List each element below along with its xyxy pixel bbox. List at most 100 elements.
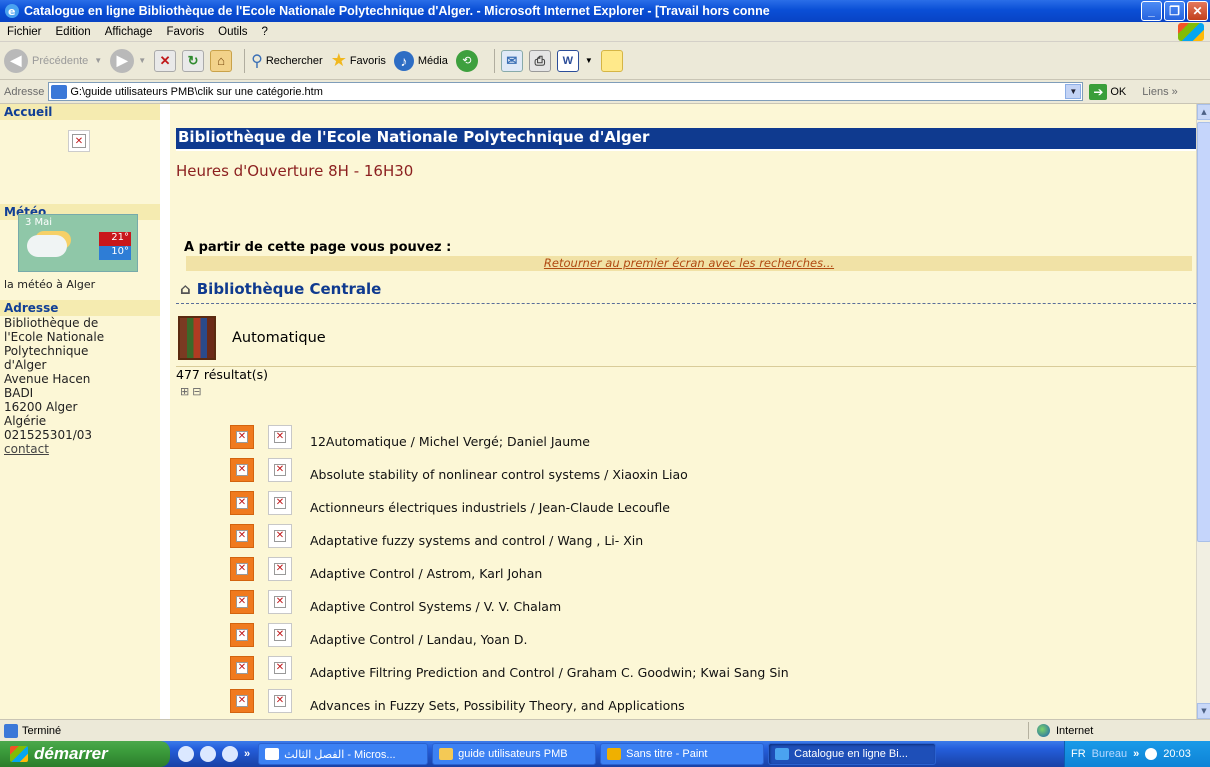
record-title[interactable]: Advances in Fuzzy Sets, Possibility Theo… (310, 688, 685, 713)
search-button[interactable]: ⚲ Rechercher (251, 51, 323, 71)
record-title[interactable]: Adaptive Control / Landau, Yoan D. (310, 622, 527, 647)
favorites-button[interactable]: ★ Favoris (331, 50, 386, 71)
toolbar: ◀ Précédente ▼ ▶ ▼ ✕ ↻ ⌂ ⚲ Rechercher ★ … (0, 42, 1210, 80)
record-type-icon: ✕ (230, 424, 254, 449)
record-title[interactable]: Actionneurs électriques industriels / Je… (310, 490, 670, 515)
task-ie[interactable]: Catalogue en ligne Bi... (768, 743, 937, 765)
return-bar: Retourner au premier écran avec les rech… (186, 256, 1192, 271)
scroll-down-icon[interactable]: ▼ (1197, 703, 1210, 719)
star-icon: ★ (330, 50, 347, 70)
collapse-all-icon[interactable]: ⊟ (192, 385, 204, 398)
address-label: Adresse (4, 85, 45, 98)
start-label: démarrer (34, 744, 108, 763)
page-icon (51, 84, 68, 99)
start-button[interactable]: démarrer (0, 741, 170, 767)
scroll-up-icon[interactable]: ▲ (1197, 104, 1210, 120)
history-icon[interactable]: ⟲ (455, 49, 478, 72)
note-icon[interactable] (600, 49, 623, 72)
chevron-right-icon[interactable]: » (244, 748, 250, 760)
browser-quicklaunch-icon[interactable] (200, 746, 216, 762)
media-button[interactable]: ♪ Média (393, 50, 448, 71)
list-item[interactable]: ✕ ✕ Adaptative fuzzy systems and control /… (230, 519, 789, 552)
expand-all-icon[interactable]: ⊞ (180, 385, 192, 398)
task-explorer[interactable]: guide utilisateurs PMB (432, 743, 597, 765)
back-button[interactable]: ◀ Précédente ▼ (4, 48, 102, 73)
security-zone[interactable]: Internet (1028, 722, 1093, 739)
record-title[interactable]: Adaptive Filtring Prediction and Control… (310, 655, 789, 680)
print-icon[interactable]: ⎙ (528, 49, 551, 72)
list-item[interactable]: ✕ ✕ Adaptive Control / Landau, Yoan D. (230, 618, 789, 651)
list-item[interactable]: ✕ ✕ Absolute stability of nonlinear contro… (230, 453, 789, 486)
broken-image-icon: ✕ (268, 424, 292, 449)
globe-icon (1037, 724, 1050, 737)
address-input[interactable]: G:\guide utilisateurs PMB\clik sur une c… (48, 82, 1084, 101)
menu-edition[interactable]: Edition (49, 26, 98, 38)
adresse-line: 16200 Alger (4, 400, 78, 414)
record-title[interactable]: Adaptative fuzzy systems and control / W… (310, 523, 643, 548)
breadcrumb-label: Bibliothèque Centrale (196, 280, 382, 298)
refresh-icon[interactable]: ↻ (182, 49, 205, 72)
media-icon: ♪ (393, 50, 414, 71)
mail-icon[interactable]: ✉ (500, 49, 523, 72)
broken-image-icon: ✕ (268, 655, 292, 680)
contact-link[interactable]: contact (4, 442, 49, 456)
status-bar: Terminé Internet (0, 719, 1210, 741)
breadcrumb[interactable]: ⌂ Bibliothèque Centrale (180, 280, 381, 298)
meteo-widget[interactable]: 3 Mai 21° 10° (18, 214, 138, 272)
desktop-toolbar[interactable]: Bureau (1092, 748, 1127, 760)
list-item[interactable]: ✕ ✕ Advances in Fuzzy Sets, Possibility Th… (230, 684, 789, 717)
adresse-line: Polytechnique (4, 344, 89, 358)
chevron-right-icon[interactable]: » (1133, 748, 1139, 760)
ie-quicklaunch-icon[interactable] (178, 746, 194, 762)
go-button[interactable]: ➔ OK (1089, 83, 1126, 100)
temp-min: 10° (99, 246, 131, 260)
page-content: Accueil ✕ Météo 3 Mai 21° 10° la météo à… (0, 104, 1196, 719)
record-title[interactable]: Adaptive Control Systems / V. V. Chalam (310, 589, 561, 614)
forward-button[interactable]: ▶ ▼ (110, 48, 146, 73)
menu-help[interactable]: ? (255, 26, 275, 38)
home-icon[interactable]: ⌂ (210, 49, 233, 72)
return-link[interactable]: Retourner au premier écran avec les rech… (544, 256, 834, 270)
window-title-bar[interactable]: e Catalogue en ligne Bibliothèque de l'E… (0, 0, 1210, 22)
address-dropdown-icon[interactable]: ▼ (1065, 84, 1082, 99)
meteo-caption[interactable]: la météo à Alger (0, 278, 99, 292)
vertical-scrollbar[interactable]: ▲ ▼ (1196, 104, 1210, 719)
record-title[interactable]: 12Automatique / Michel Vergé; Daniel Jau… (310, 424, 590, 449)
partly-cloudy-icon (27, 235, 67, 257)
taskbar: démarrer » الفصل الثالث - Micros... guid… (0, 741, 1210, 767)
close-button[interactable]: ✕ (1187, 1, 1208, 21)
list-item[interactable]: ✕ ✕ Actionneurs électriques industriels / … (230, 486, 789, 519)
page-done-icon (4, 723, 18, 738)
word-edit-icon[interactable]: W (556, 49, 579, 72)
language-indicator[interactable]: FR (1071, 748, 1086, 760)
record-title[interactable]: Adaptive Control / Astrom, Karl Johan (310, 556, 542, 581)
list-item[interactable]: ✕ ✕ 12Automatique / Michel Vergé; Daniel J… (230, 420, 789, 453)
minimize-button[interactable]: _ (1141, 1, 1162, 21)
divider (176, 303, 1196, 304)
record-type-icon: ✕ (230, 589, 254, 614)
adresse-block: Bibliothèque de l'Ecole Nationale Polyte… (0, 316, 108, 456)
record-type-icon: ✕ (230, 556, 254, 581)
adresse-line: l'Ecole Nationale (4, 330, 105, 344)
media-quicklaunch-icon[interactable] (222, 746, 238, 762)
list-item[interactable]: ✕ ✕ Adaptive Control Systems / V. V. Chala… (230, 585, 789, 618)
stop-icon[interactable]: ✕ (154, 49, 177, 72)
list-item[interactable]: ✕ ✕ Adaptive Filtring Prediction and Contr… (230, 651, 789, 684)
menu-affichage[interactable]: Affichage (98, 26, 160, 38)
list-item[interactable]: ✕ ✕ Adaptive Control / Astrom, Karl Johan (230, 552, 789, 585)
adresse-line: Algérie (4, 414, 47, 428)
record-title[interactable]: Absolute stability of nonlinear control … (310, 457, 688, 482)
menu-fichier[interactable]: Fichier (0, 26, 49, 38)
record-type-icon: ✕ (230, 655, 254, 680)
task-word[interactable]: الفصل الثالث - Micros... (258, 743, 429, 765)
links-button[interactable]: Liens » (1142, 86, 1177, 98)
chevron-down-icon: ▼ (584, 56, 593, 65)
maximize-button[interactable]: ❐ (1164, 1, 1185, 21)
volume-icon[interactable] (1145, 748, 1158, 760)
record-type-icon: ✕ (230, 688, 254, 713)
scroll-thumb[interactable] (1197, 122, 1210, 542)
accueil-image[interactable]: ✕ (0, 120, 160, 178)
menu-outils[interactable]: Outils (211, 26, 254, 38)
menu-favoris[interactable]: Favoris (159, 26, 211, 38)
task-paint[interactable]: Sans titre - Paint (600, 743, 765, 765)
